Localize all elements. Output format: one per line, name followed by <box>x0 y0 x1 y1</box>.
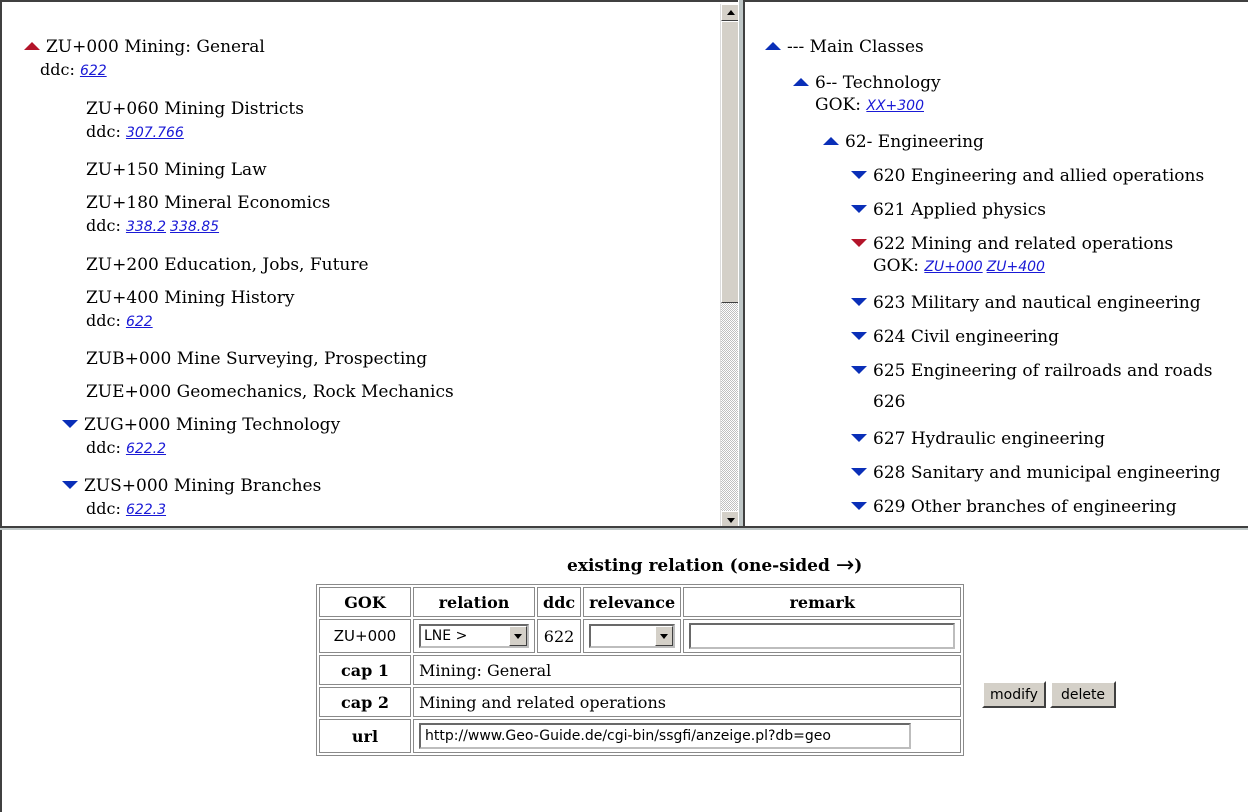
expand-arrow-icon[interactable] <box>851 433 867 442</box>
delete-button[interactable]: delete <box>1050 681 1116 708</box>
header-relation: relation <box>413 587 535 617</box>
header-gok: GOK <box>319 587 411 617</box>
right-frame-ddc-tree: --- Main Classes 6-- Technology GOK: XX+… <box>743 0 1248 530</box>
tree-node[interactable]: 624 Civil engineering <box>851 326 1059 348</box>
collapse-arrow-icon[interactable] <box>793 77 809 86</box>
gok-link[interactable]: XX+300 <box>866 98 924 114</box>
expand-arrow-icon[interactable] <box>851 467 867 476</box>
tree-node[interactable]: ZU+180 Mineral Economics <box>86 192 330 214</box>
relation-title: existing relation (one-sided →) <box>567 553 863 578</box>
ddc-cell: 622 <box>537 619 582 653</box>
relevance-cell <box>583 619 682 653</box>
header-relevance: relevance <box>583 587 682 617</box>
collapse-arrow-icon[interactable] <box>765 41 781 50</box>
vertical-scrollbar[interactable] <box>720 4 739 528</box>
url-cell: http://www.Geo-Guide.de/cgi-bin/ssgfi/an… <box>413 719 962 753</box>
tree-node[interactable]: ZUS+000 Mining Branches <box>62 475 321 497</box>
ddc-link[interactable]: 307.766 <box>126 125 184 141</box>
expand-arrow-icon[interactable] <box>851 331 867 340</box>
tree-node[interactable]: ZU+400 Mining History <box>86 287 294 309</box>
tree-node[interactable]: 626 <box>873 391 905 413</box>
table-row: url http://www.Geo-Guide.de/cgi-bin/ssgf… <box>319 719 962 753</box>
table-row: cap 1 Mining: General <box>319 655 962 685</box>
modify-button[interactable]: modify <box>982 681 1046 708</box>
tree-node[interactable]: 620 Engineering and allied operations <box>851 165 1204 187</box>
scroll-up-button[interactable] <box>721 4 739 21</box>
header-remark: remark <box>683 587 962 617</box>
expand-arrow-icon[interactable] <box>851 501 867 510</box>
url-input[interactable]: http://www.Geo-Guide.de/cgi-bin/ssgfi/an… <box>419 723 911 749</box>
tree-node[interactable]: ZU+060 Mining Districts <box>86 98 304 120</box>
tree-node[interactable]: 625 Engineering of railroads and roads <box>851 360 1212 382</box>
relation-cell: LNE > <box>413 619 535 653</box>
frame-splitter-vertical[interactable] <box>738 0 745 530</box>
tree-node[interactable]: 627 Hydraulic engineering <box>851 428 1105 450</box>
ddc-line: ddc: 307.766 <box>86 122 184 141</box>
ddc-link[interactable]: 338.85 <box>170 219 219 235</box>
tree-node[interactable]: ZU+150 Mining Law <box>86 159 267 181</box>
gok-line: GOK: ZU+000 ZU+400 <box>873 256 1045 276</box>
tree-node[interactable]: ZUG+000 Mining Technology <box>62 414 340 436</box>
gok-link[interactable]: ZU+400 <box>987 259 1045 275</box>
table-header-row: GOK relation ddc relevance remark <box>319 587 962 617</box>
tree-node[interactable]: 629 Other branches of engineering <box>851 496 1177 518</box>
url-label: url <box>319 719 411 753</box>
remark-cell <box>683 619 962 653</box>
gok-link[interactable]: ZU+000 <box>924 259 982 275</box>
cap1-value: Mining: General <box>413 655 962 685</box>
tree-node[interactable]: 623 Military and nautical engineering <box>851 292 1201 314</box>
tree-node-selected[interactable]: 622 Mining and related operations <box>851 233 1173 255</box>
ddc-link[interactable]: 622.3 <box>126 502 166 518</box>
ddc-link[interactable]: 338.2 <box>126 219 166 235</box>
table-row: ZU+000 LNE > 622 <box>319 619 962 653</box>
expand-arrow-icon[interactable] <box>62 419 78 428</box>
ddc-line: ddc: 622.3 <box>86 499 167 518</box>
table-row: cap 2 Mining and related operations <box>319 687 962 717</box>
ddc-line: ddc: 622.2 <box>86 438 167 457</box>
tree-node[interactable]: 628 Sanitary and municipal engineering <box>851 462 1221 484</box>
relation-table: GOK relation ddc relevance remark ZU+000… <box>316 584 965 756</box>
tree-node[interactable]: ZUB+000 Mine Surveying, Prospecting <box>86 348 427 370</box>
tree-node-engineering[interactable]: 62- Engineering <box>823 131 984 153</box>
right-arrow-icon: → <box>835 553 855 578</box>
gok-line: GOK: XX+300 <box>815 95 924 115</box>
left-frame-gok-tree: ZU+000 Mining: General ddc: 622 ZU+060 M… <box>0 0 743 530</box>
ddc-link[interactable]: 622 <box>126 314 153 330</box>
ddc-line: ddc: 338.2 338.85 <box>86 216 220 235</box>
dropdown-arrow-icon[interactable] <box>655 626 674 646</box>
ddc-link[interactable]: 622.2 <box>126 441 166 457</box>
bottom-frame-relation-editor: existing relation (one-sided →) GOK rela… <box>0 530 1248 812</box>
ddc-line: ddc: 622 <box>40 60 107 79</box>
expand-arrow-icon[interactable] <box>851 297 867 306</box>
expand-arrow-icon[interactable] <box>62 480 78 489</box>
collapse-arrow-icon[interactable] <box>823 136 839 145</box>
header-ddc: ddc <box>537 587 582 617</box>
tree-node[interactable]: ZU+200 Education, Jobs, Future <box>86 254 369 276</box>
dropdown-arrow-icon[interactable] <box>509 626 527 646</box>
ddc-line: ddc: 622 <box>86 311 153 330</box>
cap2-label: cap 2 <box>319 687 411 717</box>
expand-arrow-icon[interactable] <box>851 170 867 179</box>
scroll-thumb[interactable] <box>721 21 739 303</box>
cap1-label: cap 1 <box>319 655 411 685</box>
expand-arrow-icon[interactable] <box>851 365 867 374</box>
cap2-value: Mining and related operations <box>413 687 962 717</box>
tree-node[interactable]: 621 Applied physics <box>851 199 1046 221</box>
relation-select[interactable]: LNE > <box>419 624 529 648</box>
tree-node-zu000[interactable]: ZU+000 Mining: General <box>24 36 265 58</box>
expand-arrow-icon[interactable] <box>851 238 867 247</box>
expand-arrow-icon[interactable] <box>851 204 867 213</box>
relevance-select[interactable] <box>589 624 676 648</box>
tree-node-main-classes[interactable]: --- Main Classes <box>765 36 924 58</box>
tree-node[interactable]: ZUE+000 Geomechanics, Rock Mechanics <box>86 381 454 403</box>
gok-cell: ZU+000 <box>319 619 411 653</box>
tree-node-technology[interactable]: 6-- Technology <box>793 72 941 94</box>
ddc-link[interactable]: 622 <box>80 63 107 79</box>
remark-input[interactable] <box>689 623 956 649</box>
collapse-arrow-icon[interactable] <box>24 41 40 50</box>
